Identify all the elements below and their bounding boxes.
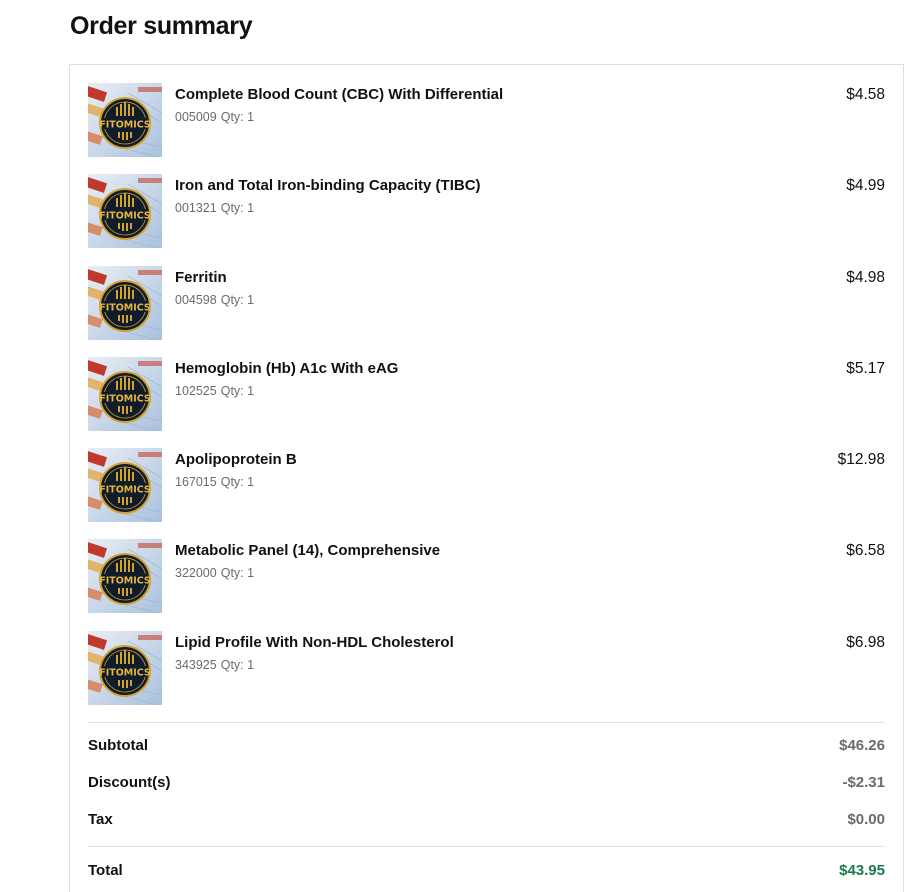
subtotal-value: $46.26 (839, 737, 885, 754)
line-item: FITOMICS Apolipoprotein B 167015 Qty: 1 $… (88, 448, 885, 539)
item-meta: 343925 Qty: 1 (175, 658, 254, 672)
item-name: Iron and Total Iron-binding Capacity (TI… (175, 177, 481, 195)
item-name: Hemoglobin (Hb) A1c With eAG (175, 359, 399, 377)
fitomics-logo-image: FITOMICS (88, 448, 162, 523)
item-meta: 322000 Qty: 1 (175, 566, 254, 580)
product-thumbnail: FITOMICS (88, 174, 162, 249)
order-summary-panel: FITOMICS Complete Blood Count (CBC) With… (69, 64, 904, 892)
subtotal-row: Subtotal $46.26 (88, 737, 885, 757)
line-item: FITOMICS Iron and Total Iron-binding Cap… (88, 174, 885, 265)
item-quantity: Qty: 1 (220, 201, 255, 216)
tax-row: Tax $0.00 (88, 811, 885, 831)
tax-label: Tax (88, 811, 113, 828)
line-items-list: FITOMICS Complete Blood Count (CBC) With… (88, 83, 885, 722)
item-meta: 167015 Qty: 1 (175, 475, 254, 489)
fitomics-logo-image: FITOMICS (88, 539, 162, 614)
fitomics-logo-image: FITOMICS (88, 265, 162, 340)
item-quantity: Qty: 1 (220, 292, 255, 307)
total-label: Total (88, 862, 123, 879)
item-price: $4.98 (846, 268, 885, 286)
item-price: $6.58 (846, 542, 885, 560)
line-item: FITOMICS Metabolic Panel (14), Comprehen… (88, 539, 885, 630)
item-meta: 005009 Qty: 1 (175, 110, 254, 124)
svg-text:FITOMICS: FITOMICS (99, 120, 151, 131)
item-meta: 004598 Qty: 1 (175, 293, 254, 307)
item-code: 322000 (175, 566, 217, 581)
item-name: Metabolic Panel (14), Comprehensive (175, 542, 441, 560)
total-row: Total $43.95 (88, 862, 885, 882)
item-price: $4.99 (846, 177, 885, 195)
total-value: $43.95 (839, 862, 885, 879)
fitomics-logo-image: FITOMICS (88, 174, 162, 249)
subtotal-label: Subtotal (88, 737, 148, 754)
discount-row: Discount(s) -$2.31 (88, 774, 885, 794)
svg-text:FITOMICS: FITOMICS (99, 667, 151, 678)
svg-text:FITOMICS: FITOMICS (99, 211, 151, 222)
product-thumbnail: FITOMICS (88, 265, 162, 340)
item-meta: 102525 Qty: 1 (175, 384, 254, 398)
line-item: FITOMICS Complete Blood Count (CBC) With… (88, 83, 885, 174)
item-code: 004598 (175, 292, 217, 307)
item-code: 343925 (175, 657, 217, 672)
product-thumbnail: FITOMICS (88, 83, 162, 157)
product-thumbnail: FITOMICS (88, 630, 162, 705)
item-code: 005009 (175, 110, 217, 124)
svg-text:FITOMICS: FITOMICS (99, 576, 151, 587)
items-divider (88, 722, 885, 723)
product-thumbnail: FITOMICS (88, 356, 162, 431)
item-price: $5.17 (846, 359, 885, 377)
item-quantity: Qty: 1 (220, 657, 255, 672)
product-thumbnail: FITOMICS (88, 448, 162, 523)
discount-value: -$2.31 (842, 774, 885, 791)
svg-text:FITOMICS: FITOMICS (99, 302, 151, 313)
item-quantity: Qty: 1 (220, 383, 255, 398)
item-price: $12.98 (837, 451, 885, 469)
item-quantity: Qty: 1 (220, 110, 255, 124)
item-code: 167015 (175, 475, 217, 490)
item-quantity: Qty: 1 (220, 566, 255, 581)
fitomics-logo-image: FITOMICS (88, 356, 162, 431)
total-divider (88, 846, 885, 847)
line-item: FITOMICS Hemoglobin (Hb) A1c With eAG 10… (88, 356, 885, 448)
order-summary-page: Order summary FITOMICS Complete Blood Co… (0, 0, 905, 892)
item-name: Ferritin (175, 268, 227, 286)
item-code: 102525 (175, 383, 217, 398)
fitomics-logo-image: FITOMICS (88, 83, 162, 157)
item-name: Apolipoprotein B (175, 451, 297, 469)
svg-text:FITOMICS: FITOMICS (99, 393, 151, 404)
svg-text:FITOMICS: FITOMICS (99, 485, 151, 496)
page-title: Order summary (70, 12, 253, 40)
item-price: $4.58 (846, 86, 885, 103)
item-meta: 001321 Qty: 1 (175, 201, 254, 215)
line-item: FITOMICS Lipid Profile With Non-HDL Chol… (88, 630, 885, 722)
fitomics-logo-image: FITOMICS (88, 630, 162, 705)
tax-value: $0.00 (847, 811, 885, 828)
item-price: $6.98 (846, 633, 885, 651)
line-item: FITOMICS Ferritin 004598 Qty: 1 $4.98 (88, 265, 885, 357)
item-name: Complete Blood Count (CBC) With Differen… (175, 86, 504, 103)
item-quantity: Qty: 1 (220, 475, 255, 490)
item-code: 001321 (175, 201, 217, 216)
item-name: Lipid Profile With Non-HDL Cholesterol (175, 633, 454, 651)
product-thumbnail: FITOMICS (88, 539, 162, 614)
discount-label: Discount(s) (88, 774, 171, 791)
